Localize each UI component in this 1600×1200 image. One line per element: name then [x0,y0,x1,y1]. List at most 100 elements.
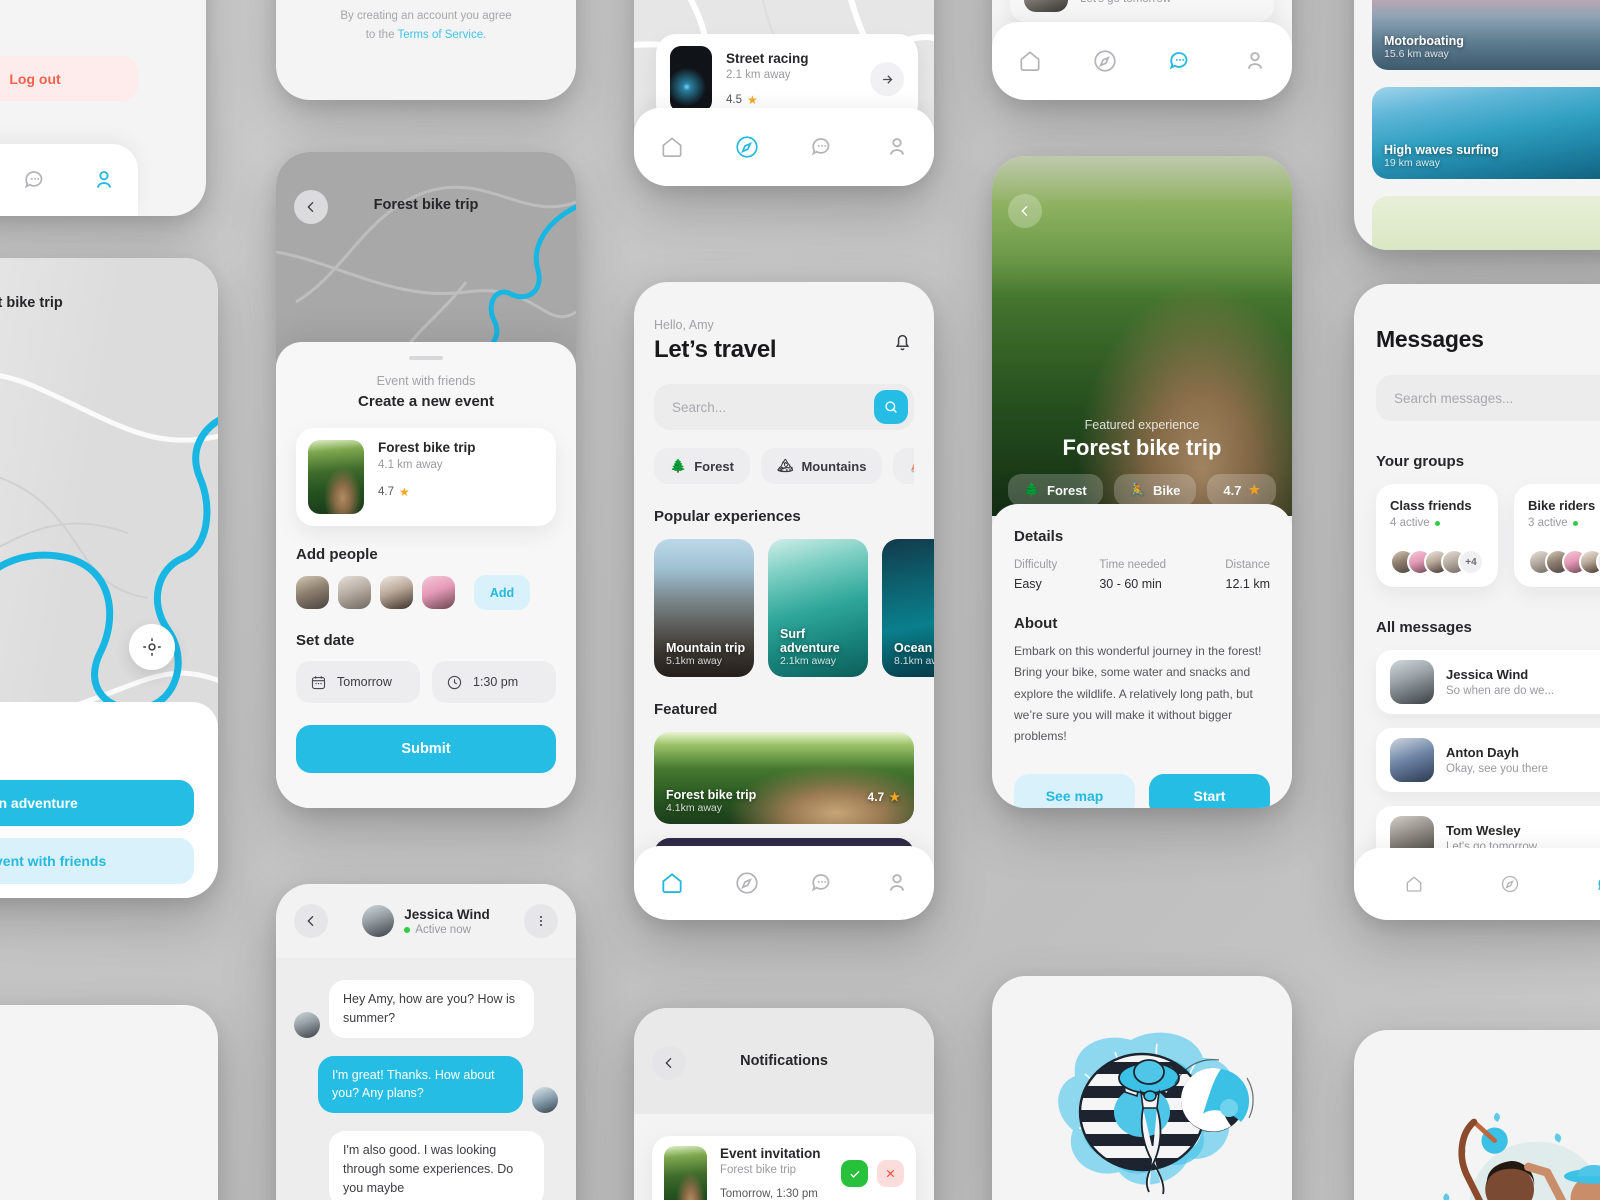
create-event-trip-card[interactable]: Forest bike trip 4.1 km away 4.7 ★ [296,428,556,526]
message-row[interactable]: Anton Dayh Okay, see you there [1376,728,1600,792]
category-chips: 🌲 Forest 🏔 Mountains ⛵ Cruise [654,448,914,484]
compass-icon[interactable] [1092,48,1118,74]
accept-invitation-button[interactable] [841,1160,868,1187]
tree-icon: 🌲 [1023,482,1041,497]
create-event-map-title: Forest bike trip [373,197,479,213]
avatar[interactable] [380,576,413,609]
search-bar[interactable] [654,384,914,430]
create-event-sheet: Event with friends Create a new event Fo… [276,342,576,808]
messages-title: Messages [1376,326,1484,352]
detail-tag-label: Bike [1152,482,1181,498]
search-submit-button[interactable] [874,390,908,424]
street-racing-bottom-nav [634,108,934,186]
chat-back-button[interactable] [294,904,328,938]
avatar[interactable] [296,576,329,609]
create-event-button[interactable]: Create event with friends [0,838,194,884]
map-screen: 4 Forest bike trip Forest bike trip 2.1 … [0,258,218,898]
arrow-left-icon [307,915,314,927]
chat-header: Jessica Wind Active now [276,884,576,958]
start-button[interactable]: Start [1149,773,1270,808]
messages-search-bar[interactable] [1376,375,1600,421]
search-input[interactable] [672,399,874,415]
explore-card[interactable] [1372,196,1600,250]
message-row[interactable]: Tom Wesley Let's go tomorrow 6:33 am [1010,0,1274,22]
terms-suffix: . [483,28,487,41]
popular-card[interactable]: Surf adventure 2.1km away [768,539,868,677]
trip-name: Forest bike trip [378,440,476,455]
mountain-icon: 🏔 [776,458,794,473]
featured-card-rating: 4.7 [867,790,885,804]
detail-tag-bike[interactable]: 🚴 Bike [1113,474,1197,506]
explore-card[interactable]: High waves surfing 19 km away [1372,87,1600,179]
compass-icon[interactable] [734,134,760,160]
terms-of-service-link[interactable]: Terms of Service [397,29,483,41]
messages-preview-bottom-nav [992,22,1292,100]
person-icon[interactable] [884,134,910,160]
chat-icon[interactable] [22,167,48,193]
logout-button[interactable]: Log out [0,56,138,101]
message-row[interactable]: Jessica Wind So when are do we... [1376,650,1600,714]
avatar[interactable] [338,576,371,609]
detail-tag-forest[interactable]: 🌲 Forest [1007,474,1103,506]
bike-icon: 🚴 [1129,482,1146,497]
compass-icon[interactable] [1500,871,1520,897]
popular-card[interactable]: Ocean dive 8.1km away [882,539,934,677]
about-text: Embark on this wonderful journey in the … [1014,644,1262,744]
group-card[interactable]: Bike riders 3 active +2 [1514,484,1600,587]
popular-card[interactable]: Mountain trip 5.1km away [654,539,754,677]
message-preview: So when are do we... [1446,685,1555,697]
see-map-button[interactable]: See map [1014,773,1135,808]
chat-icon[interactable] [809,134,835,160]
locate-button[interactable] [129,624,175,670]
decline-invitation-button[interactable] [877,1160,904,1187]
avatar[interactable] [422,576,455,609]
detail-back-button[interactable] [1008,194,1042,228]
sheet-grabber[interactable] [409,356,443,360]
group-card[interactable]: Class friends 4 active +4 [1376,484,1498,587]
messages-search-input[interactable] [1394,390,1600,406]
home-icon[interactable] [659,870,685,896]
explore-card-title: Motorboating [1384,34,1464,48]
add-people-button-label: Add [489,585,515,600]
chat-icon[interactable] [1167,48,1193,74]
contact-avatar[interactable] [362,905,395,937]
street-racing-distance: 2.1 km away [726,69,791,81]
map-title: Forest bike trip [0,295,63,311]
category-chip-cruise[interactable]: ⛵ Cruise [893,448,914,484]
chat-icon[interactable] [1596,871,1600,897]
street-racing-rating: 4.5 [726,94,742,106]
star-icon: ★ [1248,482,1261,497]
all-messages-section-title: All messages [1376,619,1472,636]
arrow-left-icon [1021,205,1028,217]
person-icon[interactable] [91,167,117,193]
home-icon[interactable] [659,134,685,160]
person-icon[interactable] [884,870,910,896]
chat-more-button[interactable] [524,904,558,938]
detail-label: Difficulty [1014,559,1058,571]
begin-adventure-button[interactable]: Begin adventure [0,780,194,826]
notification-item[interactable]: Event invitation Forest bike trip Tomorr… [652,1136,916,1200]
compass-icon[interactable] [734,870,760,896]
about-heading: About [1014,615,1058,632]
person-icon[interactable] [1242,48,1268,74]
featured-card[interactable]: Forest bike trip 4.1km away 4.7 ★ [654,732,914,824]
bell-icon[interactable] [891,330,914,353]
explore-card[interactable]: Motorboating 15.6 km away [1372,0,1600,70]
chat-icon[interactable] [809,870,835,896]
detail-title: Forest bike trip [1062,435,1222,460]
home-icon[interactable] [1404,871,1424,897]
date-picker[interactable]: Tomorrow [296,661,420,703]
detail-hero-image: Featured experience Forest bike trip 🌲 F… [992,156,1292,516]
group-name: Bike riders [1528,498,1596,513]
category-label: Forest [694,458,734,474]
submit-button[interactable]: Submit [296,725,556,773]
category-chip-forest[interactable]: 🌲 Forest [654,448,750,484]
street-racing-go-button[interactable] [870,62,904,96]
chat-bubble-text: I'm also good. I was looking through som… [329,1131,544,1200]
category-chip-mountains[interactable]: 🏔 Mountains [760,448,883,484]
time-picker[interactable]: 1:30 pm [432,661,556,703]
home-icon[interactable] [1017,48,1043,74]
add-people-button[interactable]: Add [474,575,530,610]
detail-tag-rating[interactable]: 4.7 ★ [1207,474,1277,506]
star-icon: ★ [889,790,900,804]
